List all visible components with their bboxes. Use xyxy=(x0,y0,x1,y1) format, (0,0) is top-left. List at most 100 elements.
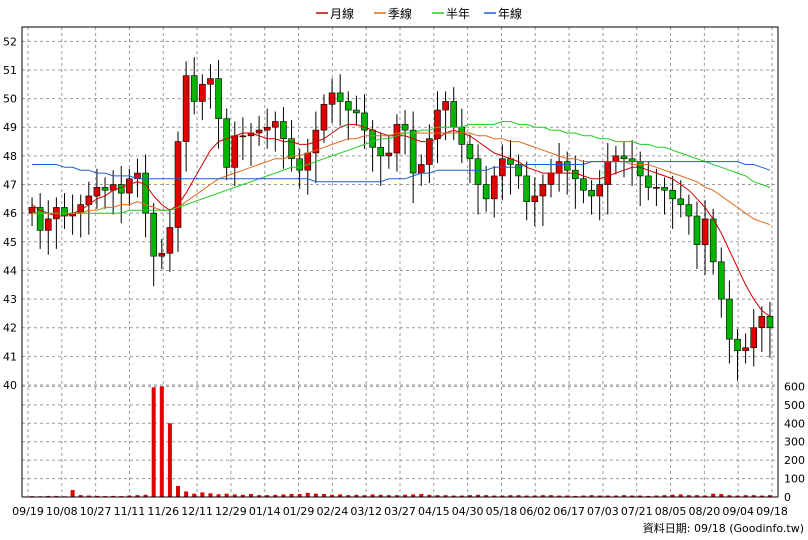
candle-body xyxy=(539,184,547,197)
candle-body xyxy=(353,109,360,114)
candle-body xyxy=(255,129,263,134)
candle-body xyxy=(685,204,693,217)
legend-label: 年線 xyxy=(498,6,522,21)
candle-body xyxy=(426,138,433,165)
candle-body xyxy=(158,252,166,257)
candle-body xyxy=(126,178,133,194)
candle-body xyxy=(742,347,749,351)
price-tick-label: 43 xyxy=(3,293,17,306)
volume-bar xyxy=(208,493,213,497)
candle-body xyxy=(709,218,717,263)
candle-body xyxy=(531,195,539,203)
volume-bar xyxy=(151,387,156,497)
candle-body xyxy=(150,212,157,257)
x-tick-label: 11/26 xyxy=(147,505,179,518)
grid-lines xyxy=(22,27,778,497)
candlesticks xyxy=(28,57,774,381)
candle-body xyxy=(693,215,701,245)
candle-body xyxy=(547,172,555,185)
candle-body xyxy=(336,92,344,102)
candle-body xyxy=(231,135,239,168)
candle-body xyxy=(434,109,441,139)
x-tick-label: 01/29 xyxy=(283,505,315,518)
candle-body xyxy=(409,129,417,174)
price-tick-label: 48 xyxy=(3,150,17,163)
candle-body xyxy=(174,141,182,228)
candle-body xyxy=(328,92,336,105)
volume-tick-label: 400 xyxy=(784,417,805,430)
x-tick-label: 08/20 xyxy=(689,505,721,518)
candle-body xyxy=(734,338,741,351)
x-tick-label: 05/18 xyxy=(486,505,518,518)
candle-body xyxy=(555,161,563,174)
candle-body xyxy=(117,184,125,194)
legend-label: 季線 xyxy=(388,6,412,21)
volume-tick-label: 200 xyxy=(784,454,805,467)
candle-body xyxy=(296,158,303,171)
volume-tick-label: 300 xyxy=(784,436,805,449)
candle-body xyxy=(458,126,466,145)
x-tick-label: 09/18 xyxy=(756,505,788,518)
candle-body xyxy=(166,227,174,254)
x-tick-label: 07/03 xyxy=(587,505,619,518)
price-tick-label: 40 xyxy=(3,379,17,392)
price-tick-label: 51 xyxy=(3,64,17,77)
candle-body xyxy=(636,161,644,177)
volume-bar xyxy=(176,485,181,497)
candle-body xyxy=(758,315,766,329)
candle-body xyxy=(490,175,498,200)
price-tick-label: 52 xyxy=(3,35,17,48)
candle-body xyxy=(596,184,603,197)
price-tick-label: 42 xyxy=(3,322,17,335)
candle-body xyxy=(401,124,409,131)
price-tick-label: 47 xyxy=(3,179,17,192)
x-tick-label: 12/29 xyxy=(215,505,247,518)
candle-body xyxy=(272,121,279,128)
candle-body xyxy=(93,187,101,197)
x-tick-label: 04/30 xyxy=(452,505,484,518)
candle-body xyxy=(182,75,190,142)
candle-body xyxy=(393,124,401,154)
x-tick-label: 03/27 xyxy=(384,505,416,518)
volume-bar xyxy=(159,386,164,497)
price-tick-label: 49 xyxy=(3,121,17,134)
price-tick-label: 50 xyxy=(3,93,17,106)
x-tick-label: 12/11 xyxy=(181,505,213,518)
candle-body xyxy=(563,161,571,171)
candle-body xyxy=(263,126,271,131)
candle-body xyxy=(61,207,68,217)
x-tick-label: 07/21 xyxy=(621,505,653,518)
x-tick-label: 11/11 xyxy=(114,505,146,518)
ma-line xyxy=(32,161,771,183)
candle-body xyxy=(482,184,490,200)
volume-tick-label: 100 xyxy=(784,473,805,486)
candle-body xyxy=(442,101,449,111)
candle-body xyxy=(645,175,652,188)
price-tick-label: 44 xyxy=(3,264,17,277)
volume-bar xyxy=(167,423,172,497)
candle-body xyxy=(320,104,328,131)
candle-body xyxy=(588,189,595,197)
candle-body xyxy=(474,158,482,185)
volume-bar xyxy=(70,489,75,497)
legend-label: 半年 xyxy=(446,7,470,21)
x-tick-label: 03/12 xyxy=(350,505,382,518)
moving-average-lines xyxy=(31,121,771,317)
candle-body xyxy=(701,218,709,245)
price-tick-label: 45 xyxy=(3,236,17,249)
candle-body xyxy=(572,169,579,180)
candle-body xyxy=(417,164,425,174)
candle-body xyxy=(466,144,474,160)
candle-body xyxy=(677,198,685,205)
candle-body xyxy=(717,261,725,300)
candle-body xyxy=(280,121,287,139)
candle-body xyxy=(199,83,206,102)
candle-body xyxy=(215,78,222,119)
x-tick-label: 09/04 xyxy=(722,505,754,518)
footer-note: 資料日期: 09/18 (Goodinfo.tw) xyxy=(643,521,804,535)
price-tick-label: 41 xyxy=(3,350,17,363)
x-tick-label: 08/05 xyxy=(655,505,687,518)
x-tick-label: 04/15 xyxy=(418,505,450,518)
x-tick-label: 02/24 xyxy=(317,505,349,518)
candle-body xyxy=(450,101,458,128)
